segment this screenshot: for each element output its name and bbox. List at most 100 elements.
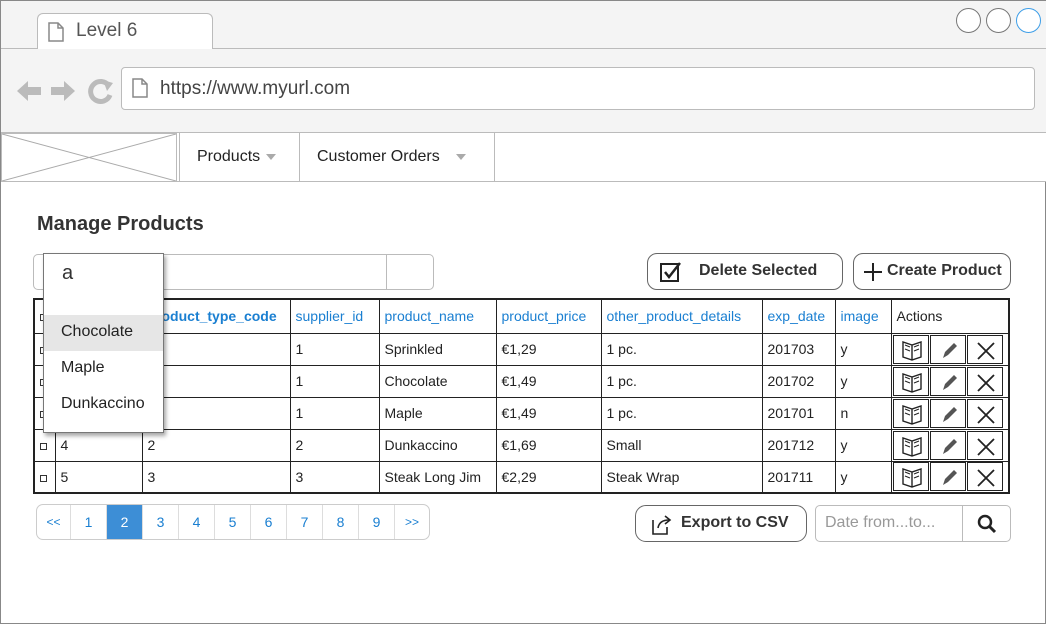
back-arrow-icon[interactable] <box>15 77 43 110</box>
reload-icon[interactable] <box>87 77 115 110</box>
row-select-cell[interactable] <box>33 460 56 494</box>
column-header[interactable]: product_type_code <box>141 298 291 334</box>
table-cell: Steak Wrap <box>600 460 763 494</box>
table-cell: 1 <box>141 364 291 398</box>
delete-selected-button[interactable]: Delete Selected <box>647 253 843 290</box>
export-csv-label: Export to CSV <box>681 514 789 531</box>
column-header[interactable]: image <box>834 298 892 334</box>
maximize-button[interactable] <box>986 8 1011 33</box>
table-cell: 201702 <box>761 364 836 398</box>
column-header[interactable]: product_name <box>378 298 497 334</box>
logo-placeholder[interactable] <box>1 133 177 182</box>
create-product-label: Create Product <box>887 262 1002 279</box>
page-first[interactable]: << <box>37 505 71 539</box>
delete-button[interactable] <box>966 462 1003 492</box>
column-header[interactable]: product_price <box>495 298 602 334</box>
menu-products[interactable]: Products <box>179 133 300 182</box>
column-header[interactable]: exp_date <box>761 298 836 334</box>
view-button[interactable] <box>892 334 929 364</box>
close-window-button[interactable] <box>1016 8 1041 33</box>
table-cell: Maple <box>378 396 497 430</box>
table-cell: 4 <box>54 428 143 462</box>
suggestion-item[interactable]: Chocolate <box>44 315 163 351</box>
suggestion-item[interactable]: Maple <box>44 351 163 387</box>
table-cell: 201711 <box>761 460 836 494</box>
edit-button[interactable] <box>929 462 966 492</box>
delete-button[interactable] <box>966 430 1003 460</box>
date-range-input[interactable]: Date from...to... <box>815 505 1011 542</box>
table-cell: 1 pc. <box>600 332 763 366</box>
search-typed-text: a <box>62 262 74 284</box>
checkbox[interactable] <box>40 474 47 482</box>
page-number[interactable]: 5 <box>215 505 251 539</box>
table-cell: n <box>834 396 892 430</box>
column-header: Actions <box>890 298 1010 334</box>
table-cell: y <box>834 460 892 494</box>
title-bar: Level 6 <box>1 1 1046 50</box>
chevron-down-icon <box>455 153 466 160</box>
plus-icon <box>863 262 883 287</box>
export-icon <box>650 514 672 541</box>
suggestion-item[interactable]: Dunkaccino <box>44 387 163 423</box>
forward-arrow-icon[interactable] <box>49 77 77 110</box>
search-divider <box>386 255 387 289</box>
menu-products-label: Products <box>197 148 261 165</box>
table-row: 111Sprinkled€1,291 pc.201703y <box>33 332 1010 366</box>
page-number[interactable]: 2 <box>107 505 143 539</box>
export-csv-button[interactable]: Export to CSV <box>635 505 807 542</box>
table-cell: Chocolate <box>378 364 497 398</box>
view-button[interactable] <box>892 366 929 396</box>
chevron-down-icon <box>266 153 277 160</box>
edit-button[interactable] <box>929 398 966 428</box>
tab-title: Level 6 <box>76 20 138 41</box>
page-number[interactable]: 8 <box>323 505 359 539</box>
page-icon <box>48 22 64 47</box>
row-select-cell[interactable] <box>33 428 56 462</box>
table-cell: €1,69 <box>495 428 602 462</box>
delete-selected-label: Delete Selected <box>699 262 818 279</box>
search-icon[interactable] <box>977 514 997 539</box>
delete-button[interactable] <box>966 334 1003 364</box>
page-last[interactable]: >> <box>395 505 429 539</box>
page-number[interactable]: 4 <box>179 505 215 539</box>
checkbox-icon <box>660 261 682 288</box>
table-cell: €1,49 <box>495 364 602 398</box>
url-field[interactable]: https://www.myurl.com <box>121 67 1035 110</box>
table-cell: Small <box>600 428 763 462</box>
page-number[interactable]: 9 <box>359 505 395 539</box>
edit-button[interactable] <box>929 334 966 364</box>
table-cell: 2 <box>141 428 291 462</box>
minimize-button[interactable] <box>956 8 981 33</box>
url-text: https://www.myurl.com <box>160 78 351 99</box>
table-cell: 2 <box>289 428 380 462</box>
column-header[interactable]: supplier_id <box>289 298 380 334</box>
page-number[interactable]: 7 <box>287 505 323 539</box>
menu-customer-orders-label: Customer Orders <box>317 148 440 165</box>
create-product-button[interactable]: Create Product <box>853 253 1011 290</box>
edit-button[interactable] <box>929 366 966 396</box>
table-cell: 1 <box>289 332 380 366</box>
browser-tab[interactable]: Level 6 <box>37 13 213 50</box>
page-number[interactable]: 6 <box>251 505 287 539</box>
delete-button[interactable] <box>966 366 1003 396</box>
column-header[interactable]: other_product_details <box>600 298 763 334</box>
table-cell: 201701 <box>761 396 836 430</box>
delete-button[interactable] <box>966 398 1003 428</box>
page-number[interactable]: 1 <box>71 505 107 539</box>
edit-button[interactable] <box>929 430 966 460</box>
page-title: Manage Products <box>37 213 204 235</box>
view-button[interactable] <box>892 462 929 492</box>
page-icon <box>132 78 148 103</box>
table-cell: €2,29 <box>495 460 602 494</box>
view-button[interactable] <box>892 430 929 460</box>
page-number[interactable]: 3 <box>143 505 179 539</box>
menu-customer-orders[interactable]: Customer Orders <box>299 133 495 182</box>
table-cell: 1 pc. <box>600 396 763 430</box>
view-button[interactable] <box>892 398 929 428</box>
checkbox[interactable] <box>40 443 47 450</box>
table-cell: Dunkaccino <box>378 428 497 462</box>
table-header: product_id product_type_code supplier_id… <box>33 298 1010 334</box>
products-table: product_id product_type_code supplier_id… <box>33 298 1010 494</box>
table-cell: 201712 <box>761 428 836 462</box>
table-cell: 1 <box>141 332 291 366</box>
